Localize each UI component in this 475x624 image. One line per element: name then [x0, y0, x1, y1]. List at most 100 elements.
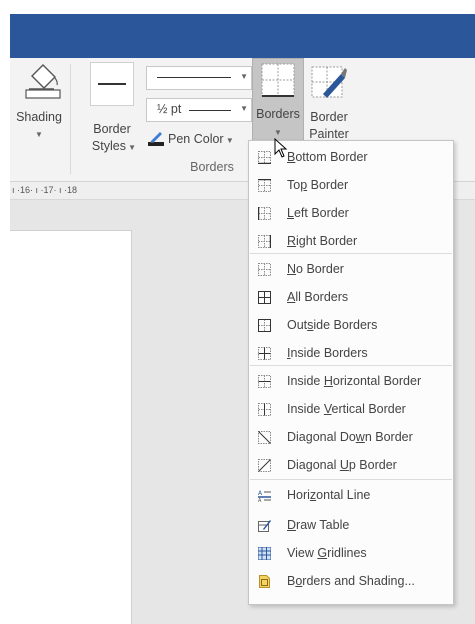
menu-item-label-text: Border	[307, 178, 349, 192]
menu-item-label: Left Border	[287, 206, 349, 220]
access-key: w	[355, 430, 365, 444]
draw-table-icon	[258, 519, 271, 532]
diagonal-up-border-icon	[258, 458, 271, 472]
menu-item-label: Inside Horizontal Border	[287, 374, 421, 388]
menu-item-label-text: Inside	[287, 402, 324, 416]
menu-item-label: Draw Table	[287, 518, 349, 532]
menu-item-draw-table[interactable]: Draw Table	[249, 511, 453, 539]
menu-item-borders-and-shading[interactable]: Borders and Shading...	[249, 567, 453, 595]
access-key: G	[317, 546, 328, 560]
borders-dropdown-menu: Bottom Border Top Border Left Border Right …	[248, 140, 454, 605]
borders-and-shading-icon	[258, 574, 271, 588]
border-styles-label-1: Border	[93, 122, 131, 136]
menu-item-label-text: raw Table	[296, 518, 350, 532]
menu-item-label-text: n Border	[364, 430, 413, 444]
no-border-icon	[258, 262, 271, 276]
menu-item-outside-borders[interactable]: Outside Borders	[249, 311, 453, 339]
document-page[interactable]	[10, 230, 132, 624]
pen-color-icon	[148, 132, 164, 146]
menu-item-label: Diagonal Up Border	[287, 458, 397, 472]
menu-item-label-text: ll Borders	[295, 290, 349, 304]
border-styles-button[interactable]: Border Styles ▼	[86, 62, 138, 158]
menu-item-label: Outside Borders	[287, 318, 377, 332]
access-key: D	[287, 518, 297, 532]
menu-item-horizontal-line[interactable]: A A Horizontal Line	[249, 481, 453, 509]
menu-item-label: All Borders	[287, 290, 348, 304]
menu-item-label-text: Out	[287, 318, 308, 332]
menu-item-label-text: Diagonal Do	[287, 430, 356, 444]
svg-text:A: A	[258, 490, 263, 497]
line-style-dropdown[interactable]: ▼	[146, 66, 252, 90]
menu-item-inside-vertical-border[interactable]: Inside Vertical Border	[249, 395, 453, 423]
menu-item-label: Borders and Shading...	[287, 574, 415, 588]
menu-item-label-text: o Border	[296, 262, 344, 276]
right-border-icon	[258, 234, 271, 248]
menu-item-label-text: eft Border	[293, 206, 349, 220]
border-line-swatch	[90, 62, 134, 106]
chevron-down-icon: ▼	[125, 143, 137, 152]
pen-weight-value: ½ pt	[157, 102, 182, 116]
chevron-down-icon: ▼	[35, 130, 43, 139]
menu-item-label-text: p Border	[348, 458, 397, 472]
menu-item-label: Horizontal Line	[287, 488, 370, 502]
menu-item-label-text: nside Borders	[290, 346, 368, 360]
menu-item-label-text: rders and Shading...	[302, 574, 415, 588]
access-key: U	[339, 458, 349, 472]
shading-button[interactable]: Shading ▼	[14, 62, 64, 154]
menu-item-label-text: Inside	[287, 374, 324, 388]
diagonal-down-border-icon	[258, 430, 271, 444]
view-gridlines-icon	[258, 546, 271, 560]
top-border-icon	[258, 178, 271, 192]
menu-item-top-border[interactable]: Top Border	[249, 171, 453, 199]
menu-item-label: Diagonal Down Border	[287, 430, 413, 444]
menu-item-label-text: ottom Border	[295, 150, 368, 164]
menu-item-diagonal-up-border[interactable]: Diagonal Up Border	[249, 451, 453, 479]
menu-item-label: No Border	[287, 262, 344, 276]
menu-item-label: View Gridlines	[287, 546, 367, 560]
menu-item-inside-horizontal-border[interactable]: Inside Horizontal Border	[249, 367, 453, 395]
menu-item-label: Top Border	[287, 178, 348, 192]
outside-borders-icon	[258, 318, 271, 332]
border-painter-label-1: Border	[310, 110, 348, 124]
group-divider	[70, 64, 71, 174]
access-key: V	[323, 402, 332, 416]
svg-text:A: A	[258, 498, 262, 502]
menu-item-inside-borders[interactable]: Inside Borders	[249, 339, 453, 367]
access-key: H	[323, 374, 333, 388]
pen-color-label: Pen Color ▼	[168, 132, 234, 146]
menu-separator	[250, 365, 452, 366]
border-styles-label-2: Styles ▼	[91, 139, 137, 153]
ruler-text: ı ·16· ı ·17· ı ·18	[12, 185, 78, 195]
menu-item-label: Inside Vertical Border	[287, 402, 406, 416]
menu-item-label: Bottom Border	[287, 150, 368, 164]
shading-label: Shading	[16, 110, 62, 124]
menu-item-no-border[interactable]: No Border	[249, 255, 453, 283]
menu-item-label-text: ridlines	[327, 546, 367, 560]
menu-item-view-gridlines[interactable]: View Gridlines	[249, 539, 453, 567]
menu-item-label-text: ertical Border	[331, 402, 406, 416]
menu-item-label: Inside Borders	[287, 346, 368, 360]
menu-item-label: Right Border	[287, 234, 357, 248]
border-painter-icon	[311, 66, 347, 98]
menu-item-all-borders[interactable]: All Borders	[249, 283, 453, 311]
chevron-down-icon: ▼	[240, 104, 248, 113]
pen-weight-dropdown[interactable]: ½ pt ▼	[146, 98, 252, 122]
access-key: L	[287, 206, 294, 220]
menu-item-label-text: To	[287, 178, 301, 192]
borders-grid-icon	[261, 63, 295, 97]
inside-horizontal-border-icon	[258, 374, 271, 388]
chevron-down-icon: ▼	[240, 72, 248, 81]
menu-separator	[250, 479, 452, 480]
menu-item-label-text: Diagonal	[287, 458, 340, 472]
menu-item-left-border[interactable]: Left Border	[249, 199, 453, 227]
bottom-border-icon	[258, 150, 271, 164]
paint-bucket-icon	[25, 64, 61, 99]
borders-group-label: Borders	[190, 160, 234, 174]
menu-item-diagonal-down-border[interactable]: Diagonal Down Border	[249, 423, 453, 451]
menu-separator	[250, 253, 452, 254]
menu-item-label-text: View	[287, 546, 318, 560]
left-border-icon	[258, 206, 271, 220]
pen-color-button[interactable]: Pen Color ▼	[146, 130, 250, 150]
menu-item-right-border[interactable]: Right Border	[249, 227, 453, 255]
access-key: R	[287, 234, 297, 248]
